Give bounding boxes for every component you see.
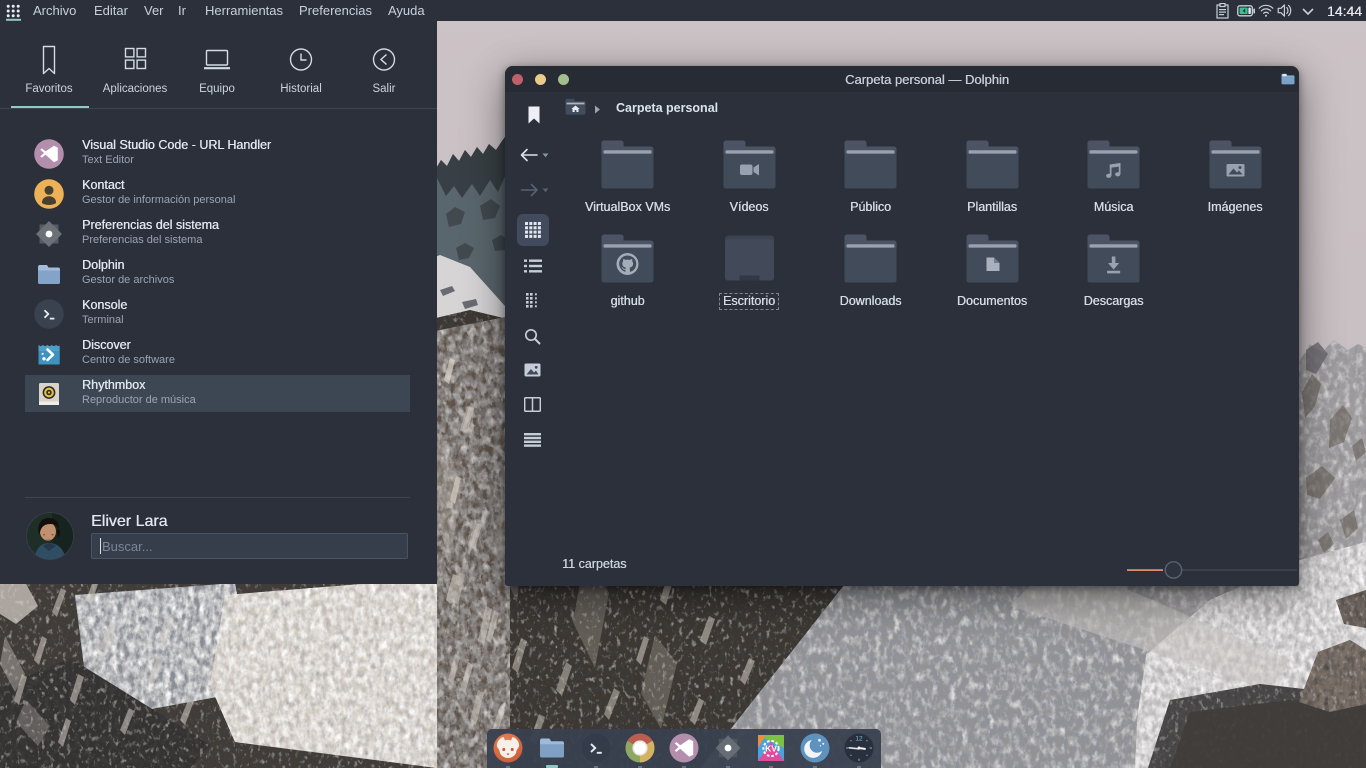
svg-text:KV: KV [765,744,777,754]
svg-text:12: 12 [855,736,863,743]
